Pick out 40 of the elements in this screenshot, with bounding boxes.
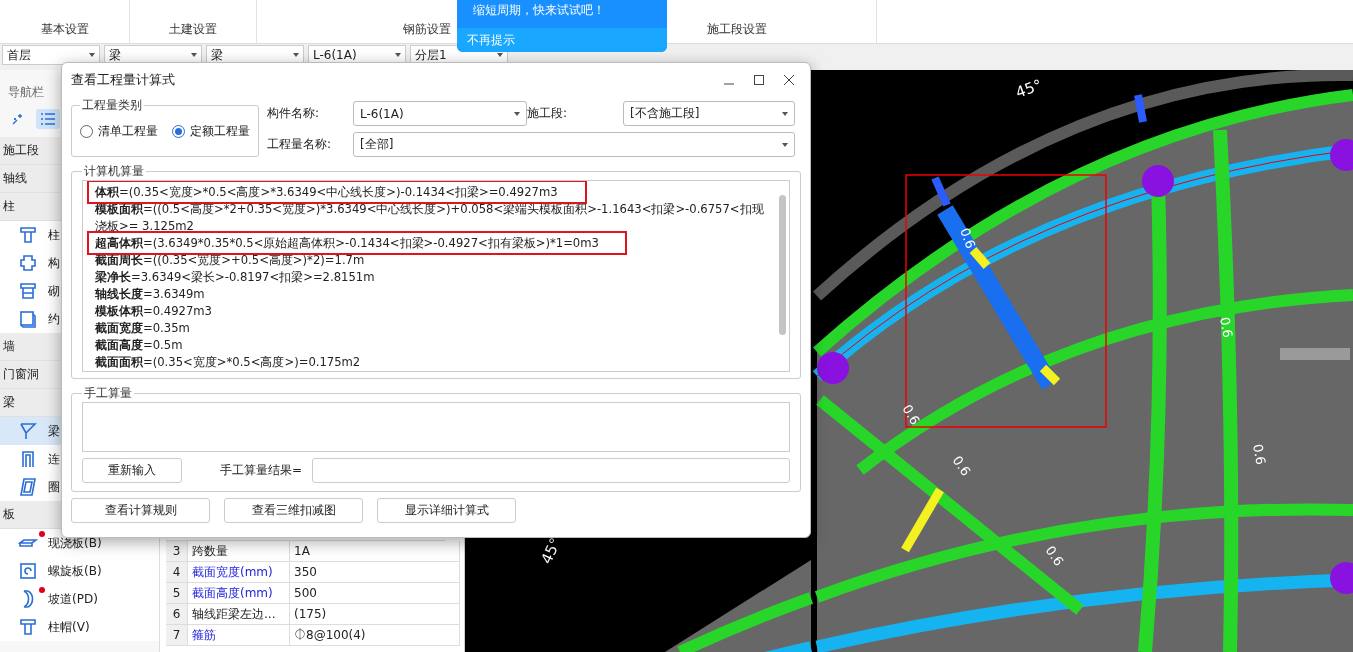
angle-label: 45° xyxy=(1013,75,1045,102)
angle-label: 45° xyxy=(537,535,565,567)
property-name: 跨数量 xyxy=(188,541,290,562)
group-legend: 工程量类别 xyxy=(80,97,144,114)
field-label: 手工算量结果= xyxy=(220,462,303,479)
dimension-label: 0.6 xyxy=(949,453,974,479)
dialog-title: 查看工程量计算式 xyxy=(71,71,175,89)
ribbon-group-label: 钢筋设置 xyxy=(402,21,451,38)
panel-title: 导航栏 xyxy=(8,84,44,101)
property-name: 截面高度(mm) xyxy=(188,583,290,604)
group-legend: 计算机算量 xyxy=(82,163,146,180)
property-name: 截面宽度(mm) xyxy=(188,562,290,583)
row-number: 6 xyxy=(166,604,188,625)
formula-line: 模板体积=0.4927m3 xyxy=(95,303,213,320)
formula-line: 超高体积=(3.6349*0.35*0.5<原始超高体积>-0.1434<扣梁>-0.4927<扣有梁板>)*1=0m3 xyxy=(95,235,775,252)
dimension-label: 0.6 xyxy=(1250,442,1269,466)
formula-line: 截面高度=0.5m xyxy=(95,337,184,354)
field-label: 工程量名称: xyxy=(267,136,333,153)
formula-line: 梁净长=3.6349<梁长>-0.8197<扣梁>=2.8151m xyxy=(95,269,376,286)
property-name: 箍筋 xyxy=(188,625,290,646)
row-number: 3 xyxy=(166,541,188,562)
ribbon-group-label: 土建设置 xyxy=(169,21,217,38)
tip-message: 缩短周期，快来试试吧！ xyxy=(472,2,606,19)
row-number: 7 xyxy=(166,625,188,646)
dimension-label: 0.6 xyxy=(1042,543,1067,569)
ribbon-group-label: 施工段设置 xyxy=(706,21,767,38)
ribbon-group-label: 基本设置 xyxy=(40,21,89,38)
formula-line: 轴线长度=3.6349m xyxy=(95,286,206,303)
field-label: 施工段: xyxy=(527,105,569,122)
field-label: 构件名称: xyxy=(267,105,321,122)
formula-line: 截面面积=(0.35<宽度>*0.5<高度>)=0.175m2 xyxy=(95,354,362,371)
formula-line: 截面宽度=0.35m xyxy=(95,320,191,337)
property-name: 轴线距梁左边... xyxy=(188,604,290,625)
row-number: 4 xyxy=(166,562,188,583)
formula-line: 体积=(0.35<宽度>*0.5<高度>*3.6349<中心线长度>)-0.1434<扣梁>=0.4927m3 xyxy=(95,184,775,201)
dimension-label: 0.6 xyxy=(957,225,979,251)
row-number: 5 xyxy=(166,583,188,604)
group-legend: 手工算量 xyxy=(82,385,134,402)
dimension-label: 0.6 xyxy=(1217,315,1236,339)
dimension-label: 0.6 xyxy=(899,402,923,428)
